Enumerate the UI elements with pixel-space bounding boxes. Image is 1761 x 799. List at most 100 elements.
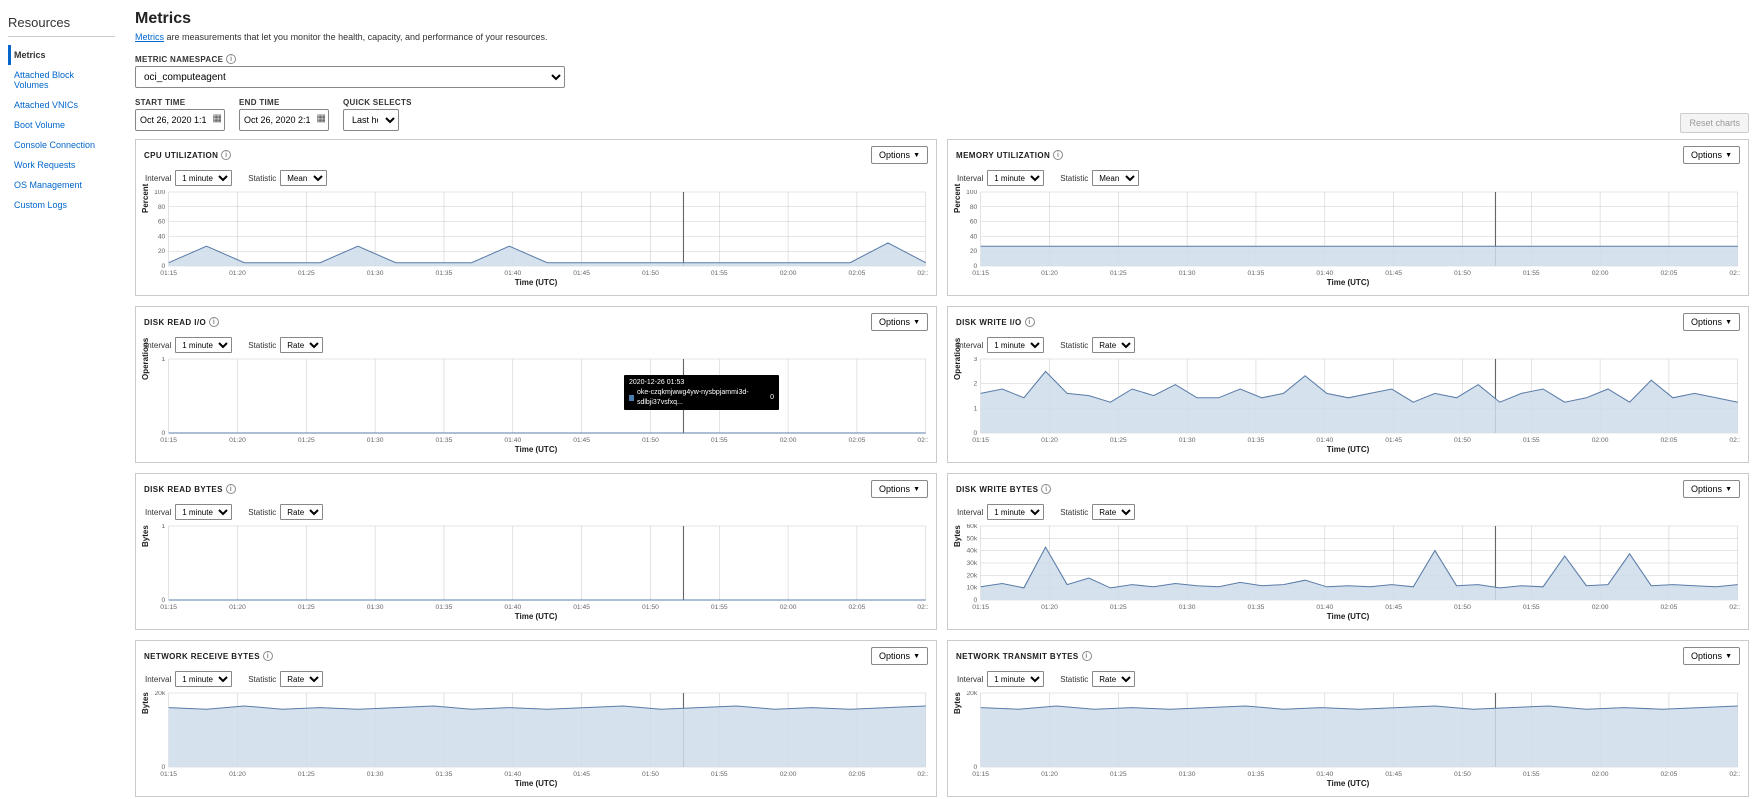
options-button[interactable]: Options▼ [1683,480,1740,498]
sidebar-item-attached-vnics[interactable]: Attached VNICs [8,95,115,115]
svg-text:01:55: 01:55 [711,270,728,276]
svg-text:01:55: 01:55 [711,437,728,443]
y-axis-label: Operations [141,338,150,380]
sidebar-item-attached-block-volumes[interactable]: Attached Block Volumes [8,65,115,95]
reset-charts-button[interactable]: Reset charts [1680,113,1749,133]
svg-text:01:30: 01:30 [367,771,384,777]
svg-text:01:25: 01:25 [298,604,315,610]
svg-text:01:40: 01:40 [1316,771,1333,777]
sidebar-item-os-management[interactable]: OS Management [8,175,115,195]
y-axis-label: Bytes [953,525,962,547]
options-button[interactable]: Options▼ [1683,146,1740,164]
info-icon[interactable]: i [209,317,219,327]
svg-text:02:00: 02:00 [780,437,797,443]
svg-text:01:50: 01:50 [1454,270,1471,276]
svg-text:02:10: 02:10 [1729,437,1740,443]
statistic-select[interactable]: Rate [280,504,323,520]
svg-text:02:05: 02:05 [849,604,866,610]
svg-text:01:45: 01:45 [1385,771,1402,777]
svg-text:01:50: 01:50 [642,604,659,610]
svg-text:02:10: 02:10 [917,604,928,610]
chart-body[interactable]: Bytes010k20k30k40k50k60k01:1501:2001:250… [956,524,1740,610]
info-icon[interactable]: i [226,484,236,494]
svg-text:01:30: 01:30 [367,437,384,443]
options-button[interactable]: Options▼ [871,313,928,331]
sidebar-item-custom-logs[interactable]: Custom Logs [8,195,115,215]
info-icon[interactable]: i [1041,484,1051,494]
svg-text:01:55: 01:55 [1523,604,1540,610]
chart-body[interactable]: Operations0101:1501:2001:2501:3001:3501:… [144,357,928,443]
statistic-select[interactable]: Mean [280,170,327,186]
statistic-label: Statistic [248,174,276,183]
chart-body[interactable]: Percent02040608010001:1501:2001:2501:300… [144,190,928,276]
statistic-select[interactable]: Rate [280,671,323,687]
svg-text:01:55: 01:55 [1523,437,1540,443]
statistic-select[interactable]: Mean [1092,170,1139,186]
sidebar-item-console-connection[interactable]: Console Connection [8,135,115,155]
start-time-input[interactable] [135,109,225,131]
statistic-select[interactable]: Rate [1092,671,1135,687]
options-button[interactable]: Options▼ [871,480,928,498]
svg-text:01:20: 01:20 [1041,604,1058,610]
metrics-link[interactable]: Metrics [135,32,164,42]
svg-text:02:10: 02:10 [1729,771,1740,777]
svg-text:02:00: 02:00 [780,270,797,276]
interval-select[interactable]: 1 minute [987,337,1044,353]
sidebar-item-boot-volume[interactable]: Boot Volume [8,115,115,135]
interval-select[interactable]: 1 minute [987,504,1044,520]
sidebar-item-work-requests[interactable]: Work Requests [8,155,115,175]
options-button[interactable]: Options▼ [1683,313,1740,331]
statistic-select[interactable]: Rate [1092,337,1135,353]
svg-text:01:35: 01:35 [1248,604,1265,610]
x-axis-label: Time (UTC) [956,612,1740,621]
interval-select[interactable]: 1 minute [175,504,232,520]
options-button[interactable]: Options▼ [871,146,928,164]
svg-text:01:15: 01:15 [972,604,989,610]
svg-text:01:50: 01:50 [642,270,659,276]
info-icon[interactable]: i [263,651,273,661]
chart-body[interactable]: Bytes0101:1501:2001:2501:3001:3501:4001:… [144,524,928,610]
svg-text:02:05: 02:05 [1661,771,1678,777]
chart-body[interactable]: Bytes020k01:1501:2001:2501:3001:3501:400… [956,691,1740,777]
quick-select[interactable]: Last hour [343,109,399,131]
interval-label: Interval [957,508,983,517]
info-icon[interactable]: i [1082,651,1092,661]
interval-select[interactable]: 1 minute [987,671,1044,687]
info-icon[interactable]: i [221,150,231,160]
chart-body[interactable]: Percent02040608010001:1501:2001:2501:300… [956,190,1740,276]
svg-text:01:45: 01:45 [573,437,590,443]
end-time-input[interactable] [239,109,329,131]
statistic-label: Statistic [248,508,276,517]
namespace-select[interactable]: oci_computeagent [135,66,565,88]
svg-text:01:25: 01:25 [1110,604,1127,610]
y-axis-label: Operations [953,338,962,380]
svg-text:01:30: 01:30 [1179,604,1196,610]
interval-select[interactable]: 1 minute [175,671,232,687]
chart-dwi: DISK WRITE I/OiOptions▼Interval1 minuteS… [947,306,1749,463]
svg-text:01:45: 01:45 [1385,604,1402,610]
chart-body[interactable]: Bytes020k01:1501:2001:2501:3001:3501:400… [144,691,928,777]
info-icon[interactable]: i [1053,150,1063,160]
info-icon[interactable]: i [1025,317,1035,327]
info-icon[interactable]: i [226,54,236,64]
interval-select[interactable]: 1 minute [175,170,232,186]
svg-text:60: 60 [970,219,978,226]
sidebar-nav: MetricsAttached Block VolumesAttached VN… [8,45,115,215]
options-button[interactable]: Options▼ [1683,647,1740,665]
chart-body[interactable]: Operations012301:1501:2001:2501:3001:350… [956,357,1740,443]
svg-text:02:10: 02:10 [917,771,928,777]
svg-text:01:55: 01:55 [1523,270,1540,276]
svg-text:30k: 30k [966,560,978,567]
svg-text:02:00: 02:00 [780,604,797,610]
interval-label: Interval [145,174,171,183]
chevron-down-icon: ▼ [1725,152,1732,159]
svg-text:01:20: 01:20 [229,604,246,610]
statistic-select[interactable]: Rate [280,337,323,353]
y-axis-label: Percent [953,184,962,213]
options-button[interactable]: Options▼ [871,647,928,665]
sidebar-item-metrics[interactable]: Metrics [8,45,115,65]
svg-text:02:10: 02:10 [917,437,928,443]
interval-select[interactable]: 1 minute [987,170,1044,186]
statistic-select[interactable]: Rate [1092,504,1135,520]
interval-select[interactable]: 1 minute [175,337,232,353]
